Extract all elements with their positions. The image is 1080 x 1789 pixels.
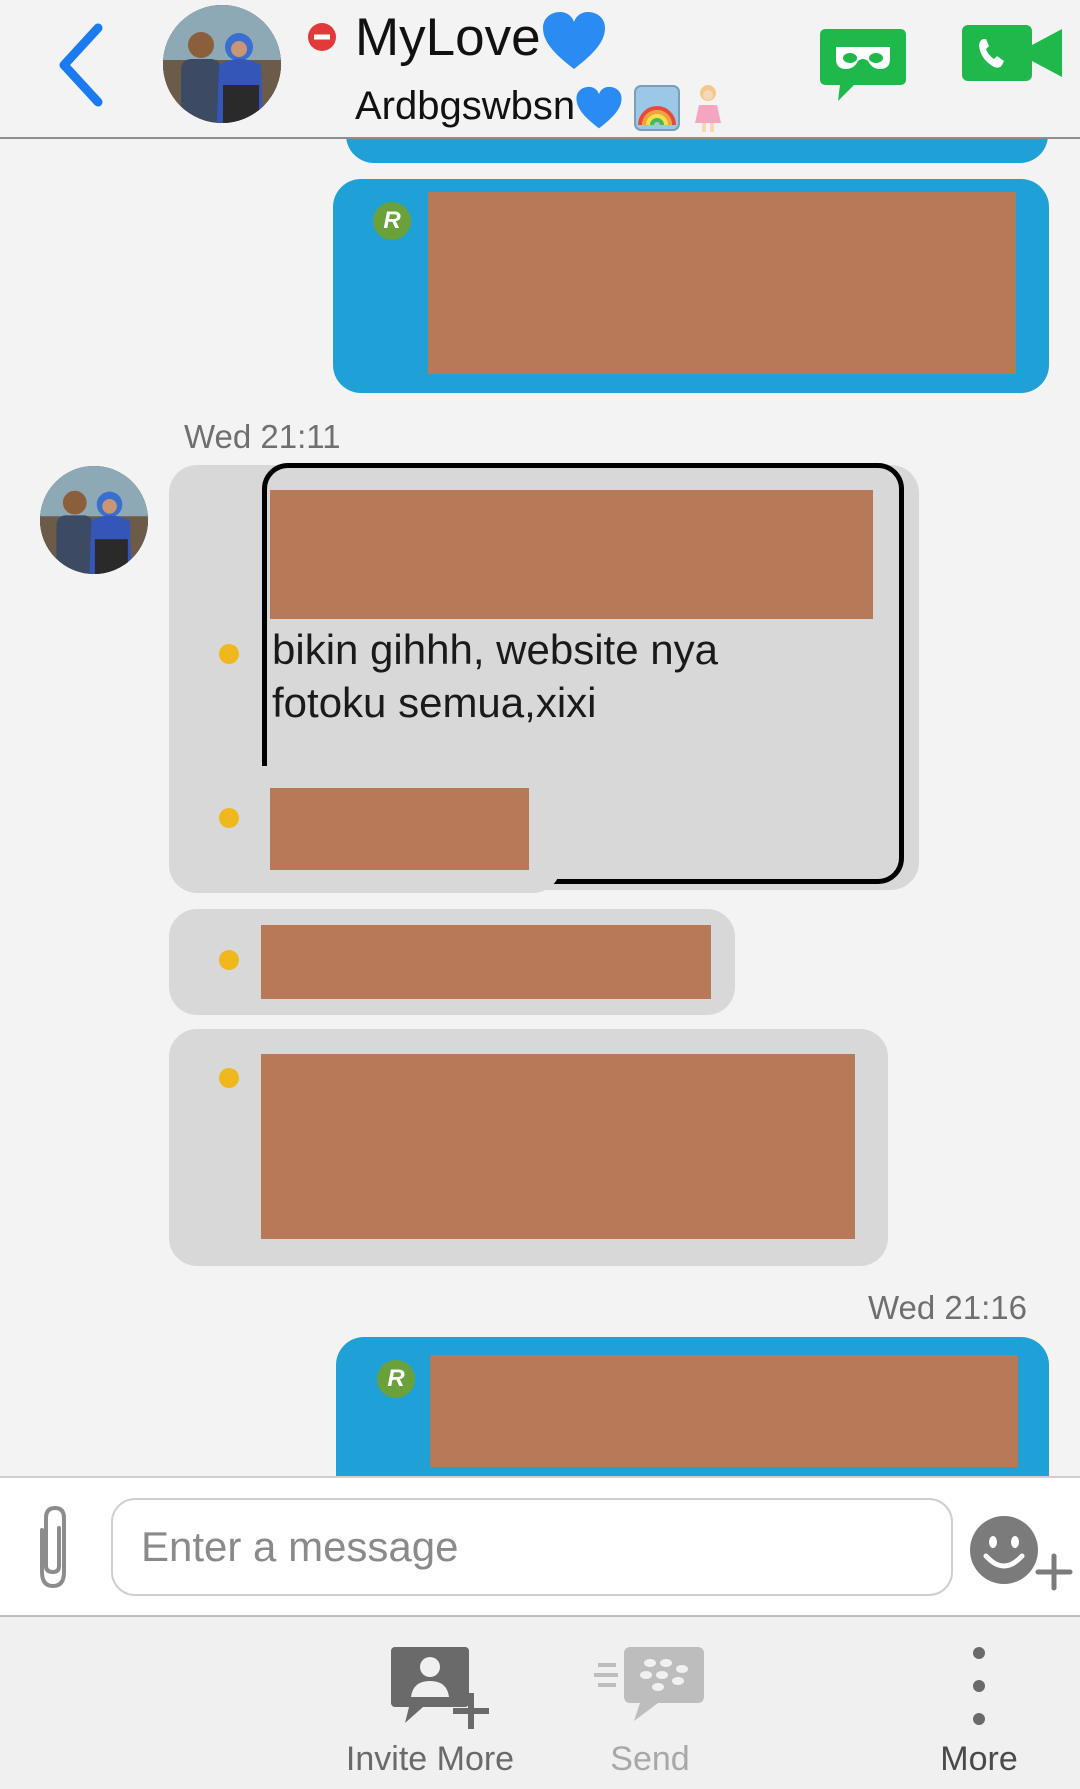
chevron-left-icon[interactable]: [52, 20, 112, 110]
outgoing-message[interactable]: R: [333, 179, 1049, 393]
rainbow-icon: [634, 85, 681, 132]
more-vertical-icon: [973, 1647, 985, 1725]
girl-icon: [695, 85, 722, 133]
unread-dot: [219, 644, 239, 664]
redacted-content: [261, 925, 711, 999]
outgoing-message[interactable]: [346, 139, 1048, 163]
message-text: fotoku semua,xixi: [272, 679, 597, 726]
video-call-icon[interactable]: [962, 25, 1066, 85]
unread-dot: [219, 1068, 239, 1088]
redacted-content: [261, 1054, 855, 1239]
redacted-content: [270, 490, 873, 619]
chat-header: MyLove Ardbgswbsn: [0, 0, 1080, 139]
send-bbm-icon: [594, 1647, 704, 1721]
message-list[interactable]: R Wed 21:11 bikin gihhh, website nya fot…: [0, 139, 1080, 1476]
blue-heart-icon: [576, 87, 622, 129]
more-label: More: [940, 1740, 1018, 1778]
redacted-content: [428, 192, 1016, 374]
message-input[interactable]: [111, 1498, 953, 1596]
incoming-message[interactable]: [169, 909, 735, 1015]
unread-dot: [219, 808, 239, 828]
blue-heart-icon: [542, 12, 605, 69]
timestamp: Wed 21:11: [184, 418, 341, 455]
contact-name[interactable]: MyLove: [355, 2, 607, 74]
message-composer: [0, 1476, 1080, 1617]
incoming-message[interactable]: [169, 766, 561, 893]
invite-more-label: Invite More: [345, 1740, 515, 1778]
contact-avatar[interactable]: [40, 466, 148, 574]
contact-avatar[interactable]: [163, 5, 281, 123]
bottom-toolbar: Invite More Send More: [0, 1617, 1080, 1789]
emoji-add-icon[interactable]: [968, 1512, 1074, 1592]
send-label: Send: [610, 1740, 690, 1778]
message-text: bikin gihhh, website nya: [272, 626, 718, 673]
contact-name-text: MyLove: [355, 8, 541, 67]
invite-more-icon: [391, 1647, 489, 1729]
sender-badge: R: [373, 202, 411, 240]
unread-dot: [219, 950, 239, 970]
contact-status: Ardbgswbsn: [355, 78, 725, 134]
voice-call-icon[interactable]: [818, 25, 908, 105]
more-button[interactable]: More: [904, 1617, 1054, 1789]
status-text: Ardbgswbsn: [355, 84, 576, 128]
sender-badge: R: [377, 1360, 415, 1398]
redacted-content: [270, 788, 529, 870]
outgoing-message[interactable]: R: [336, 1337, 1049, 1476]
busy-status-icon: [308, 23, 336, 51]
send-button[interactable]: Send: [560, 1617, 740, 1789]
invite-more-button[interactable]: Invite More: [325, 1617, 535, 1789]
incoming-message[interactable]: [169, 1029, 888, 1266]
redacted-content: [430, 1355, 1018, 1467]
paperclip-icon[interactable]: [28, 1502, 78, 1592]
timestamp: Wed 21:16: [868, 1289, 1028, 1326]
